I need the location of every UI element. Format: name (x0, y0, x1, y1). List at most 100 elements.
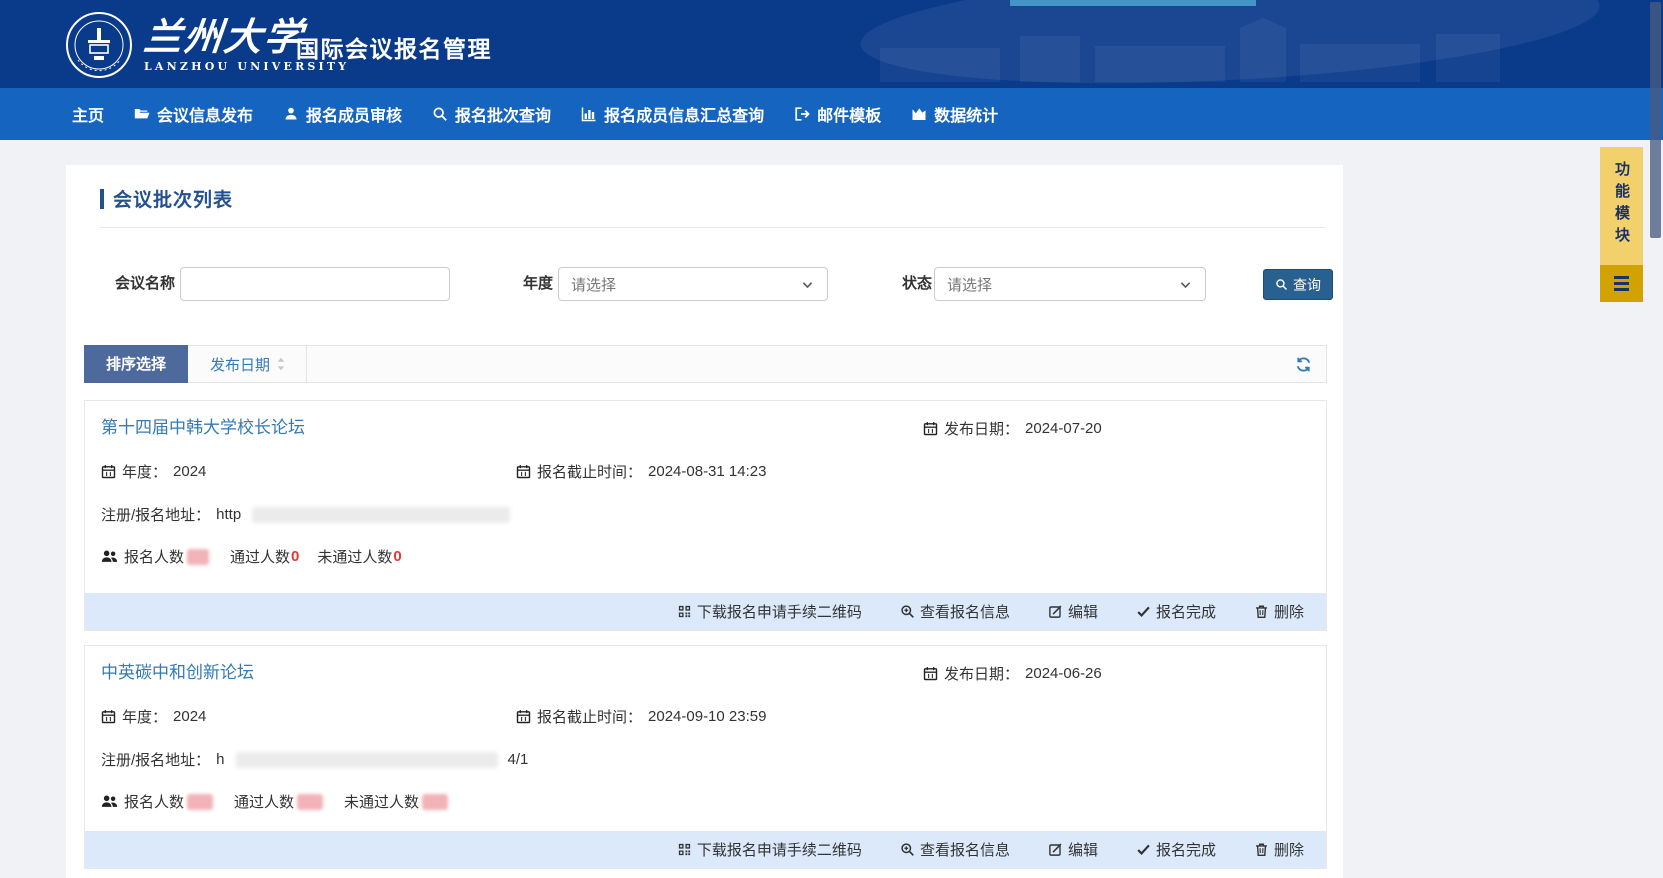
nav-item-member-summary-query[interactable]: 报名成员信息汇总查询 (581, 102, 764, 126)
publish-date: 发布日期： 2024-07-20 (923, 418, 1102, 439)
conference-item: 中英碳中和创新论坛 发布日期：2024-06-26 年度： 2024 报名截止时间… (84, 645, 1327, 869)
nav-label: 数据统计 (934, 102, 998, 126)
stats-row: 报名人数 通过人数 未通过人数 (101, 791, 463, 812)
edit-icon (1048, 604, 1063, 619)
function-module-widget[interactable]: 功能模块 (1600, 147, 1643, 302)
nav-item-home[interactable]: 主页 (72, 102, 104, 126)
users-icon (101, 793, 118, 810)
app-header: 兰州大学 LANZHOU UNIVERSITY 国际会议报名管理 (0, 0, 1663, 88)
nav-item-data-statistics[interactable]: 数据统计 (911, 102, 998, 126)
calendar-icon (923, 666, 938, 681)
year-row: 年度：2024 报名截止时间：2024-09-10 23:59 (101, 706, 206, 727)
download-qr-label: 下载报名申请手续二维码 (697, 601, 862, 622)
redacted-count (422, 794, 448, 810)
view-info-button[interactable]: 查看报名信息 (900, 601, 1010, 622)
trash-icon (1254, 842, 1269, 857)
sort-bar: 排序选择 发布日期 (84, 345, 1327, 383)
deadline-value: 2024-08-31 14:23 (648, 463, 766, 480)
not-approved-label: 未通过人数 (344, 791, 419, 812)
delete-label: 删除 (1274, 601, 1304, 622)
nav-item-member-review[interactable]: 报名成员审核 (283, 102, 402, 126)
refresh-button[interactable] (1295, 356, 1312, 373)
address-value: h (216, 751, 224, 768)
approved-label: 通过人数 (230, 546, 290, 567)
deadline-label: 报名截止时间： (537, 461, 642, 482)
function-module-tab[interactable]: 功能模块 (1600, 147, 1643, 265)
edit-button[interactable]: 编辑 (1048, 601, 1098, 622)
deadline-label: 报名截止时间： (537, 706, 642, 727)
nav-item-batch-query[interactable]: 报名批次查询 (432, 102, 551, 126)
sort-by-publish-date[interactable]: 发布日期 (210, 354, 286, 375)
complete-label: 报名完成 (1156, 839, 1216, 860)
delete-button[interactable]: 删除 (1254, 839, 1304, 860)
year-value: 2024 (173, 463, 206, 480)
not-approved-label: 未通过人数 (317, 546, 392, 567)
chevron-down-icon (800, 277, 815, 292)
deadline: 报名截止时间： 2024-09-10 23:59 (516, 706, 766, 727)
approved-count: 通过人数 (234, 791, 326, 812)
search-button[interactable]: 查询 (1263, 269, 1333, 300)
year-value: 2024 (173, 708, 206, 725)
complete-button[interactable]: 报名完成 (1136, 601, 1216, 622)
function-module-menu-button[interactable] (1600, 265, 1643, 302)
filter-row: 会议名称 年度 请选择 状态 请选择 查询 (66, 267, 1343, 301)
calendar-icon (923, 421, 938, 436)
download-qr-button[interactable]: 下载报名申请手续二维码 (677, 839, 862, 860)
status-select[interactable]: 请选择 (934, 267, 1206, 301)
search-icon (1275, 278, 1288, 291)
approved-label: 通过人数 (234, 791, 294, 812)
conference-title-link[interactable]: 第十四届中韩大学校长论坛 (101, 413, 305, 438)
publish-date: 发布日期：2024-06-26 (923, 663, 1102, 684)
not-approved-count: 未通过人数 (344, 791, 451, 812)
year-row: 年度：2024 报名截止时间：2024-08-31 14:23 (101, 461, 206, 482)
user-icon (283, 106, 299, 122)
nav-label: 会议信息发布 (157, 102, 253, 126)
search-button-label: 查询 (1293, 275, 1321, 295)
conference-name-input[interactable] (180, 267, 450, 301)
view-info-button[interactable]: 查看报名信息 (900, 839, 1010, 860)
sort-arrows-icon (276, 357, 286, 371)
publish-date-label: 发布日期： (944, 418, 1019, 439)
approved-count: 通过人数 0 (230, 546, 299, 567)
app-title: 国际会议报名管理 (296, 30, 492, 64)
redacted-count (187, 794, 213, 810)
page-title: 会议批次列表 (113, 185, 233, 212)
publish-date-label: 发布日期： (944, 663, 1019, 684)
year-label: 年度： (122, 706, 167, 727)
action-bar: 下载报名申请手续二维码 查看报名信息 编辑 报名完成 删除 (85, 593, 1326, 630)
nav-label: 主页 (72, 102, 104, 126)
publish-date-value: 2024-07-20 (1025, 420, 1102, 437)
check-icon (1136, 604, 1151, 619)
title-accent-bar (100, 189, 104, 209)
download-qr-button[interactable]: 下载报名申请手续二维码 (677, 601, 862, 622)
registered-count: 报名人数 (124, 546, 212, 567)
delete-button[interactable]: 删除 (1254, 601, 1304, 622)
address-label: 注册/报名地址： (101, 749, 210, 770)
stats-row: 报名人数 通过人数 0 未通过人数 0 (101, 546, 414, 567)
address-label: 注册/报名地址： (101, 504, 210, 525)
users-icon (101, 548, 118, 565)
bar-chart-icon (581, 106, 597, 122)
approved-value: 0 (291, 548, 299, 565)
scrollbar-thumb[interactable] (1650, 2, 1661, 238)
edit-button[interactable]: 编辑 (1048, 839, 1098, 860)
nav-item-conference-publish[interactable]: 会议信息发布 (134, 102, 253, 126)
hamburger-icon (1614, 276, 1629, 291)
calendar-icon (516, 464, 531, 479)
deadline-value: 2024-09-10 23:59 (648, 708, 766, 725)
sort-select-tab[interactable]: 排序选择 (84, 345, 188, 383)
qrcode-icon (677, 604, 692, 619)
function-module-label: 功能模块 (1611, 161, 1632, 249)
edit-icon (1048, 842, 1063, 857)
search-plus-icon (900, 604, 915, 619)
search-icon (432, 106, 448, 122)
conference-item: 第十四届中韩大学校长论坛 发布日期： 2024-07-20 年度：2024 报名截… (84, 400, 1327, 631)
calendar-icon (101, 709, 116, 724)
qrcode-icon (677, 842, 692, 857)
main-nav: 主页 会议信息发布 报名成员审核 报名批次查询 报名成员信息汇总查询 邮件模板 … (0, 88, 1663, 140)
calendar-icon (516, 709, 531, 724)
nav-item-email-template[interactable]: 邮件模板 (794, 102, 881, 126)
conference-title-link[interactable]: 中英碳中和创新论坛 (101, 658, 254, 683)
year-select[interactable]: 请选择 (558, 267, 828, 301)
complete-button[interactable]: 报名完成 (1136, 839, 1216, 860)
